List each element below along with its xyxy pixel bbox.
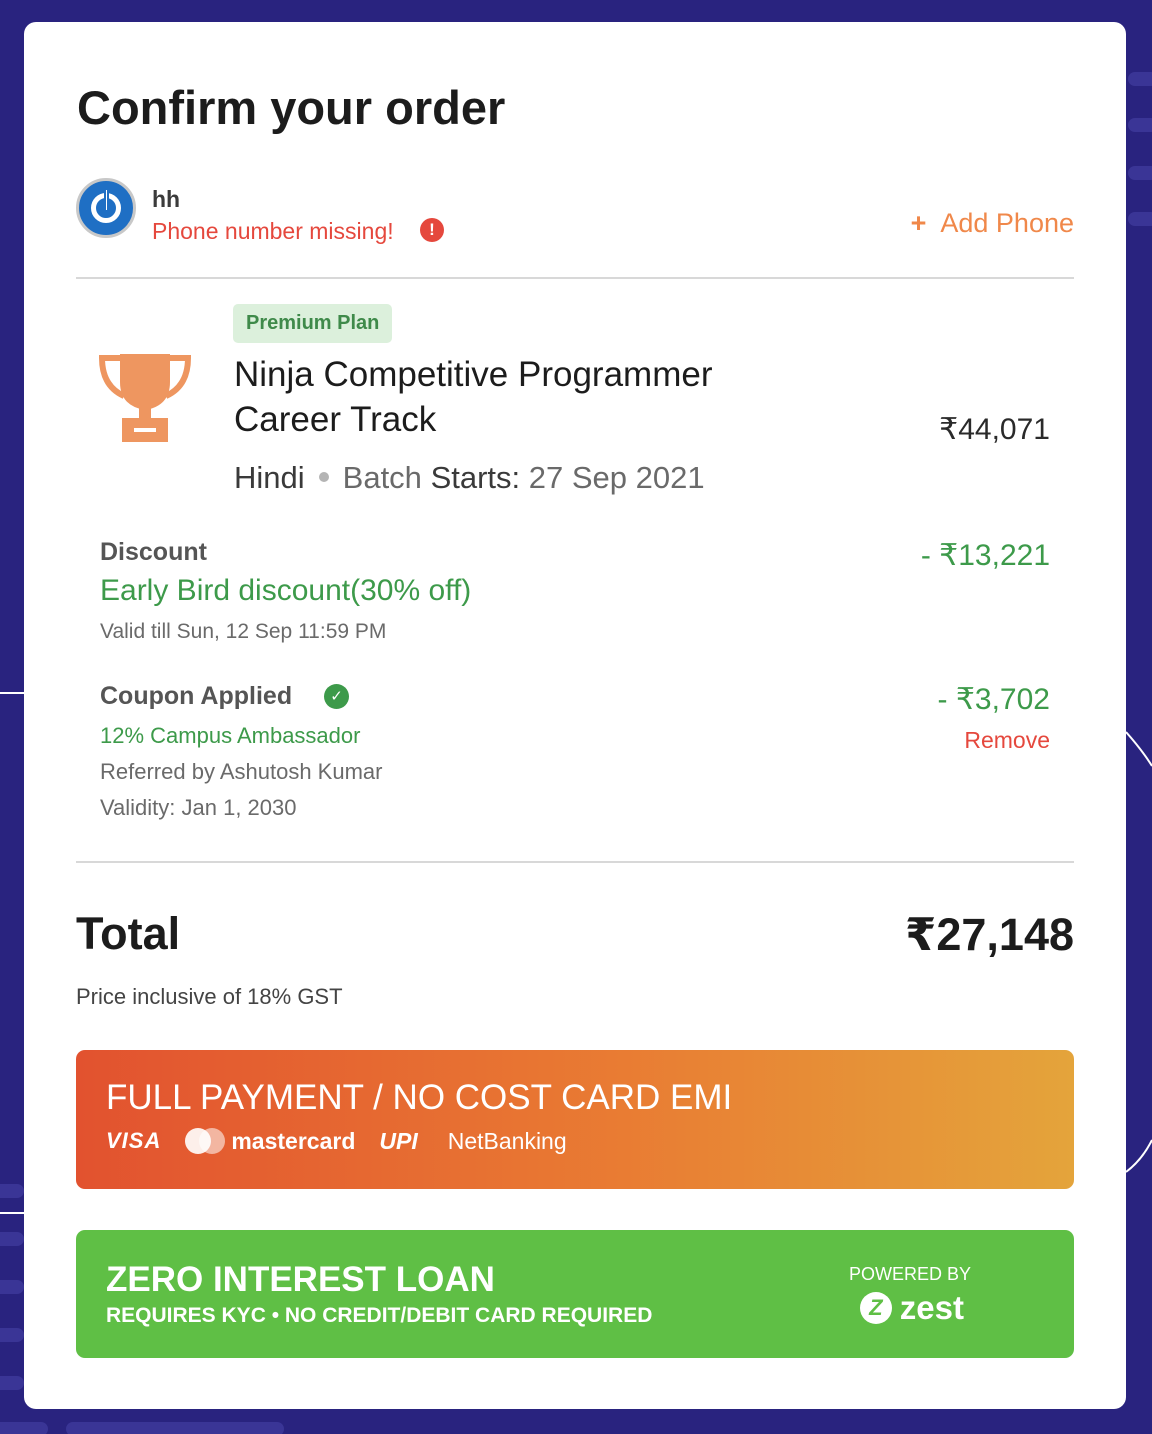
mastercard-logo: mastercard bbox=[185, 1128, 355, 1155]
separator-dot bbox=[318, 471, 329, 482]
course-meta: Hindi Batch Starts: 27 Sep 2021 bbox=[234, 460, 705, 496]
power-icon bbox=[76, 178, 136, 238]
coupon-label: Coupon Applied bbox=[100, 682, 293, 710]
batch-label: Batch bbox=[342, 460, 422, 495]
payment-logos: VISA mastercard UPI NetBanking bbox=[106, 1126, 567, 1156]
bg-decoration bbox=[0, 1280, 24, 1294]
add-phone-label: Add Phone bbox=[940, 208, 1074, 238]
powered-by-label: POWERED BY bbox=[848, 1264, 971, 1284]
course-price: ₹44,071 bbox=[939, 413, 1050, 446]
zest-brand: zest bbox=[899, 1289, 964, 1326]
course-language: Hindi bbox=[234, 460, 305, 495]
batch-starts-label: Starts: bbox=[430, 460, 521, 495]
bg-decoration bbox=[1128, 212, 1152, 226]
bg-decoration bbox=[1128, 118, 1152, 132]
order-card: Confirm your order hh Phone number missi… bbox=[24, 22, 1126, 1409]
add-phone-button[interactable]: + Add Phone bbox=[911, 208, 1074, 239]
premium-plan-badge: Premium Plan bbox=[233, 304, 393, 343]
bg-decoration bbox=[1128, 72, 1152, 86]
mastercard-icon bbox=[185, 1128, 227, 1154]
discount-validity: Valid till Sun, 12 Sep 11:59 PM bbox=[100, 620, 387, 643]
divider bbox=[76, 277, 1074, 279]
user-name: hh bbox=[152, 186, 181, 212]
bg-line bbox=[0, 1212, 24, 1214]
full-payment-headline: FULL PAYMENT / NO COST CARD EMI bbox=[106, 1078, 733, 1117]
bg-decoration bbox=[0, 1184, 24, 1198]
visa-logo: VISA bbox=[106, 1128, 162, 1153]
discount-name: Early Bird discount(30% off) bbox=[100, 574, 472, 607]
mastercard-label: mastercard bbox=[231, 1127, 356, 1154]
batch-date: 27 Sep 2021 bbox=[528, 460, 705, 495]
discount-amount: - ₹13,221 bbox=[920, 539, 1050, 572]
bg-decoration bbox=[0, 1328, 24, 1342]
bg-decoration bbox=[0, 1232, 24, 1246]
loan-subtext: REQUIRES KYC • NO CREDIT/DEBIT CARD REQU… bbox=[106, 1304, 653, 1327]
bg-decoration bbox=[0, 1376, 24, 1390]
total-amount: ₹27,148 bbox=[905, 909, 1074, 960]
netbanking-label: NetBanking bbox=[447, 1127, 567, 1154]
phone-missing-warning: Phone number missing! bbox=[152, 218, 394, 244]
course-title: Ninja Competitive Programmer Career Trac… bbox=[234, 355, 713, 439]
coupon-referrer: Referred by Ashutosh Kumar bbox=[100, 759, 383, 784]
bg-decoration bbox=[0, 1422, 48, 1434]
bg-curve bbox=[1126, 731, 1152, 1173]
bg-decoration bbox=[66, 1422, 284, 1434]
page-title: Confirm your order bbox=[77, 81, 506, 134]
zest-logo: Z zest bbox=[859, 1289, 964, 1326]
coupon-validity: Validity: Jan 1, 2030 bbox=[100, 795, 297, 820]
upi-logo: UPI bbox=[379, 1127, 418, 1154]
user-row: hh Phone number missing! ! + Add Phone bbox=[76, 178, 1074, 244]
coupon-name: 12% Campus Ambassador bbox=[100, 723, 361, 748]
gst-note: Price inclusive of 18% GST bbox=[76, 984, 343, 1009]
total-label: Total bbox=[76, 908, 181, 959]
check-circle-icon: ✓ bbox=[324, 684, 349, 709]
bg-decoration bbox=[1128, 166, 1152, 180]
remove-coupon-link[interactable]: Remove bbox=[964, 727, 1050, 754]
bg-line bbox=[0, 692, 24, 694]
divider bbox=[76, 861, 1074, 863]
loan-headline: ZERO INTEREST LOAN bbox=[106, 1260, 495, 1299]
zest-icon: Z bbox=[859, 1292, 892, 1324]
alert-icon: ! bbox=[420, 218, 444, 242]
plus-icon: + bbox=[910, 208, 927, 238]
full-payment-button[interactable]: FULL PAYMENT / NO COST CARD EMI VISA mas… bbox=[76, 1050, 1074, 1189]
coupon-amount: - ₹3,702 bbox=[937, 683, 1051, 716]
zero-interest-loan-button[interactable]: ZERO INTEREST LOAN REQUIRES KYC • NO CRE… bbox=[76, 1230, 1074, 1358]
trophy-icon bbox=[98, 354, 192, 442]
discount-label: Discount bbox=[100, 538, 207, 566]
